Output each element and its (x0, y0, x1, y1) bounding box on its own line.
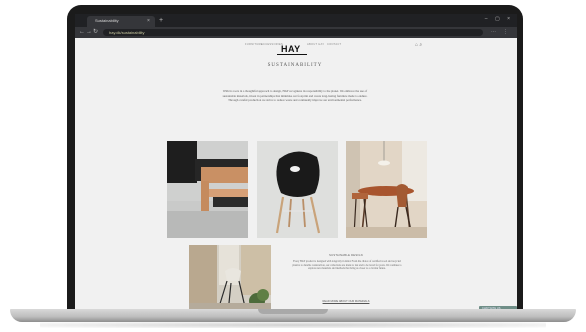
laptop-notch (258, 309, 328, 314)
browser-toolbar: ← → ↻ hay.dk/sustainability ⋯ ⋮ (75, 27, 517, 38)
web-page: FURNITURE ACCESSORIES HAY ABOUT HAY CONT… (75, 38, 517, 310)
browser-tab-bar: Sustainability × + – ▢ × (75, 14, 517, 27)
forward-icon[interactable]: → (86, 29, 92, 36)
url-text: hay.dk/sustainability (109, 30, 145, 35)
nav-item-contact[interactable]: CONTACT (327, 43, 341, 46)
window-controls[interactable]: – ▢ × (485, 16, 513, 22)
new-tab-icon[interactable]: + (159, 16, 163, 25)
photo-armchair[interactable] (167, 141, 248, 238)
photo-dining-room[interactable] (346, 141, 427, 238)
tab-title: Sustainability (95, 18, 119, 23)
reload-icon[interactable]: ↻ (93, 29, 98, 36)
caption-text: Every HAY product is designed with longe… (292, 260, 402, 271)
tab-close-icon[interactable]: × (147, 17, 150, 25)
read-more-link[interactable]: READ MORE ABOUT OUR MATERIALS (313, 300, 379, 303)
page-title: SUSTAINABILITY (267, 63, 323, 68)
bag-icon[interactable]: ⌂ (415, 42, 418, 48)
intro-text: With its roots in a thoughtful approach … (222, 89, 368, 103)
nav-item-about[interactable]: ABOUT HAY (307, 43, 324, 46)
logo-underline (277, 54, 307, 55)
caption-title: SUSTAINABLE DESIGN (329, 254, 363, 257)
photo-chair-window[interactable] (189, 245, 271, 310)
browser-tab[interactable]: Sustainability × (87, 16, 155, 27)
header-icons: ⌂ ⌕ (415, 42, 422, 48)
laptop-screen: Sustainability × + – ▢ × ← → ↻ hay.dk/su… (75, 14, 517, 310)
extensions-icon[interactable]: ⋯ (491, 29, 496, 36)
laptop-shadow (40, 322, 546, 328)
search-icon[interactable]: ⌕ (419, 42, 422, 48)
address-bar[interactable]: hay.dk/sustainability (103, 29, 483, 36)
back-icon[interactable]: ← (79, 29, 85, 36)
site-logo[interactable]: HAY (281, 44, 301, 54)
photo-shell-chair[interactable] (257, 141, 338, 238)
menu-icon[interactable]: ⋮ (503, 29, 508, 36)
nav-item-accessories[interactable]: ACCESSORIES (261, 43, 283, 46)
